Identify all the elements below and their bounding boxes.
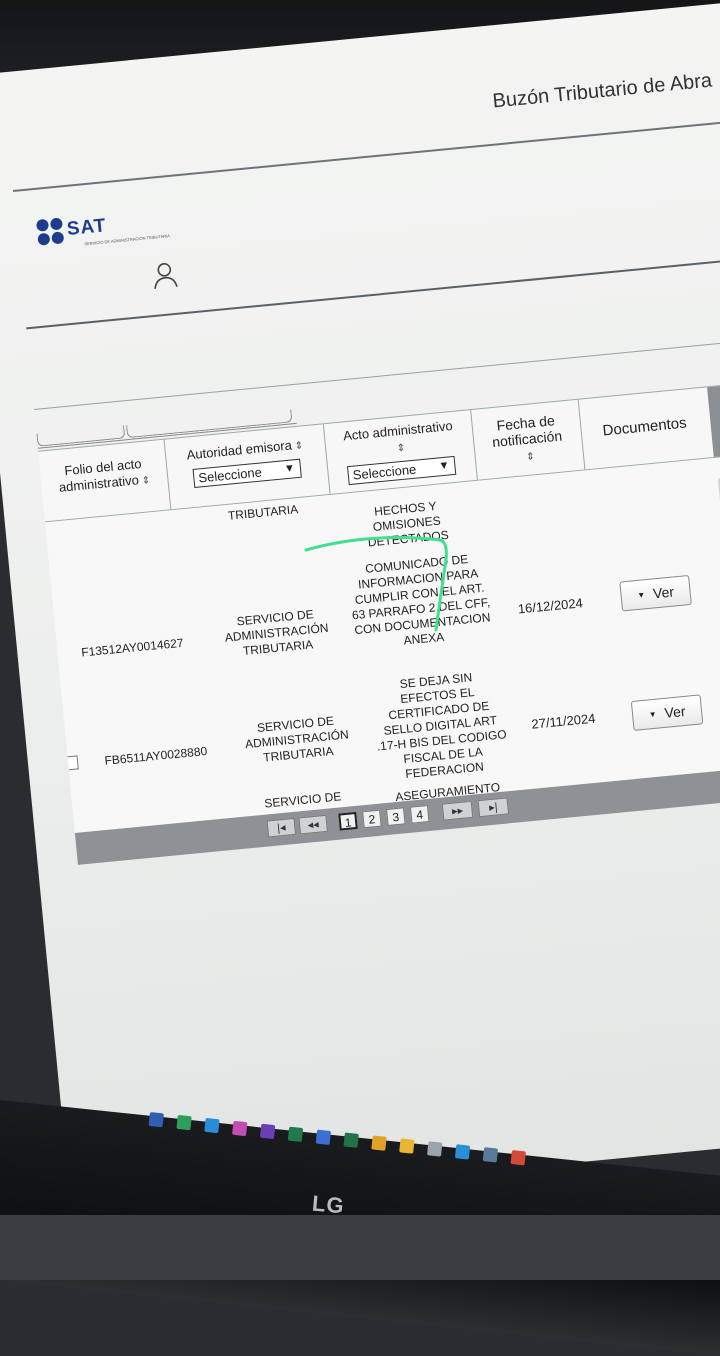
- app-icon[interactable]: [427, 1141, 443, 1157]
- table-body: TRIBUTARIA HECHOS Y OMISIONES DETECTADOS…: [44, 456, 720, 833]
- col-fecha-label: Fecha de notificación: [491, 412, 563, 451]
- word-icon[interactable]: [148, 1112, 164, 1128]
- col-folio-label: Folio del acto administrativo: [58, 455, 143, 495]
- ie-icon[interactable]: [454, 1144, 471, 1160]
- header-divider: [12, 117, 720, 192]
- desk-surface: [0, 1215, 720, 1280]
- cell-folio: FB6511AY0028880: [103, 743, 208, 768]
- browser-icon[interactable]: [315, 1129, 332, 1145]
- col-acto-label: Acto administrativo: [342, 417, 454, 444]
- sat-logo-text: SAT: [65, 215, 108, 240]
- col-acto[interactable]: Acto administrativo ⇕ Seleccione ▼: [322, 410, 478, 495]
- caret-down-icon: ▼: [648, 709, 658, 720]
- chrome-icon[interactable]: [510, 1150, 526, 1166]
- col-documentos: Documentos: [578, 388, 712, 470]
- nav-divider: [26, 254, 720, 330]
- sort-icon: ⇕: [141, 475, 151, 487]
- edge-icon[interactable]: [204, 1117, 220, 1134]
- page-button-4[interactable]: 4: [409, 805, 430, 824]
- page-button-3[interactable]: 3: [386, 807, 406, 826]
- next-page-button[interactable]: ▸▸: [441, 800, 474, 821]
- sat-logo[interactable]: SAT SERVICIO DE ADMINISTRACIÓN TRIBUTARI…: [35, 213, 170, 246]
- cell-fecha: 27/11/2024: [530, 710, 597, 732]
- sort-icon: ⇕: [525, 451, 536, 463]
- ver-button[interactable]: ▼ Ver: [630, 694, 704, 731]
- col-fecha[interactable]: Fecha de notificación ⇕: [470, 399, 586, 480]
- app-icon[interactable]: [232, 1120, 248, 1137]
- caret-down-icon: ▼: [636, 590, 646, 601]
- app-icon[interactable]: [287, 1126, 304, 1143]
- chrome-icon[interactable]: [371, 1135, 387, 1151]
- prev-page-button[interactable]: ◂◂: [298, 814, 328, 835]
- excel-icon[interactable]: [343, 1132, 359, 1148]
- cell-fecha: 16/12/2024: [517, 595, 584, 617]
- col-autoridad-label: Autoridad emisora: [186, 437, 293, 463]
- last-page-button[interactable]: ▸|: [477, 797, 510, 818]
- chevron-down-icon: ▼: [437, 459, 450, 473]
- sort-icon: ⇕: [294, 440, 304, 453]
- sort-icon: ⇕: [396, 442, 406, 455]
- user-icon[interactable]: [151, 260, 180, 290]
- green-highlight-annotation: [304, 536, 448, 632]
- row-checkbox[interactable]: [63, 755, 79, 771]
- portal-title: Buzón Tributario de Abra: [491, 69, 713, 113]
- sat-logo-mark: [35, 217, 65, 246]
- first-page-button[interactable]: |◂: [266, 817, 297, 838]
- page-button-2[interactable]: 2: [362, 809, 382, 829]
- app-icon[interactable]: [482, 1147, 499, 1163]
- onenote-icon[interactable]: [259, 1123, 276, 1140]
- col-folio[interactable]: Folio del acto administrativo ⇕: [38, 439, 172, 522]
- app-icon[interactable]: [176, 1114, 192, 1131]
- chevron-down-icon: ▼: [283, 462, 296, 476]
- cell-autoridad: SERVICIO DE ADMINISTRACIÓN TRIBUTARIA: [244, 713, 350, 765]
- cell-acto: SE DEJA SIN EFECTOS EL CERTIFICADO DE SE…: [376, 670, 508, 782]
- folder-icon[interactable]: [399, 1138, 415, 1154]
- page-button-1[interactable]: 1: [338, 811, 358, 831]
- col-documentos-label: Documentos: [601, 414, 688, 440]
- ver-button[interactable]: ▼ Ver: [619, 574, 692, 612]
- cell-folio: F13512AY0014627: [80, 635, 185, 660]
